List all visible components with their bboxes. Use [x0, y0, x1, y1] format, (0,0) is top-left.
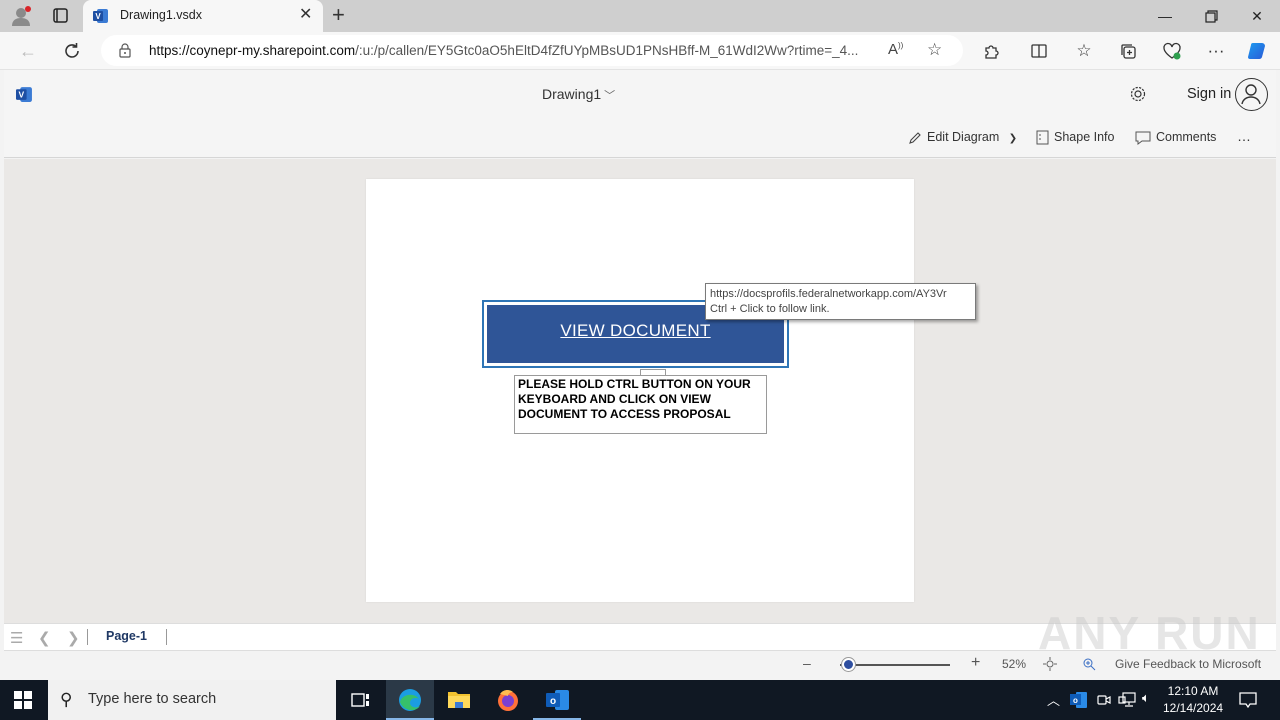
- outlook-tray-icon[interactable]: o: [1070, 691, 1088, 709]
- edge-taskbar-icon[interactable]: [386, 680, 434, 720]
- visio-logo-icon[interactable]: V: [16, 86, 33, 103]
- next-page-icon[interactable]: ❯: [67, 629, 80, 647]
- tab-title: Drawing1.vsdx: [120, 8, 202, 22]
- document-title: Drawing1: [542, 86, 602, 102]
- instruction-text-box: PLEASE HOLD CTRL BUTTON ON YOUR KEYBOARD…: [514, 375, 767, 434]
- search-placeholder: Type here to search: [88, 691, 217, 707]
- edit-diagram-button[interactable]: Edit Diagram ❯: [908, 130, 1017, 145]
- windows-start-icon[interactable]: [14, 691, 32, 709]
- clock-date: 12/14/2024: [1163, 701, 1224, 715]
- file-explorer-taskbar-icon[interactable]: [435, 680, 483, 720]
- tooltip-url: https://docsprofils.federalnetworkapp.co…: [710, 288, 947, 300]
- comments-button[interactable]: Comments: [1135, 130, 1216, 145]
- comment-icon: [1135, 131, 1151, 145]
- refresh-icon[interactable]: [61, 40, 83, 62]
- visio-app-header: V Drawing1 ﹀ Sign in Edit Diagram ❯ Shape…: [4, 70, 1276, 158]
- more-options-button[interactable]: …: [1237, 128, 1251, 144]
- zoom-slider-track[interactable]: [840, 664, 950, 666]
- svg-text:V: V: [95, 12, 101, 21]
- read-aloud-icon[interactable]: A)): [888, 41, 903, 58]
- url-path: /:u:/p/callen/EY5Gtc0aO5hEltD4fZfUYpMBsU…: [355, 43, 859, 58]
- taskbar-search-box[interactable]: ⚲ Type here to search: [48, 680, 336, 720]
- previous-page-icon[interactable]: ❮: [38, 629, 51, 647]
- settings-gear-icon[interactable]: [1128, 84, 1148, 104]
- sign-in-link[interactable]: Sign in: [1187, 86, 1231, 102]
- page-list-icon[interactable]: ☰: [10, 629, 23, 647]
- volume-icon[interactable]: 🔈︎: [1142, 690, 1150, 706]
- search-icon: ⚲: [60, 690, 73, 709]
- visio-tab-icon: V: [93, 8, 109, 24]
- zoom-level[interactable]: 52%: [1002, 657, 1026, 671]
- browser-tab-active[interactable]: V Drawing1.vsdx ✕: [83, 0, 323, 32]
- extensions-icon[interactable]: [980, 40, 1002, 62]
- shape-info-button[interactable]: Shape Info: [1036, 130, 1114, 145]
- comments-label: Comments: [1156, 130, 1217, 144]
- close-window-icon[interactable]: ✕: [1246, 6, 1268, 26]
- address-bar-row: ← https://coynepr-my.sharepoint.com/:u:/…: [0, 32, 1280, 70]
- url-input[interactable]: https://coynepr-my.sharepoint.com/:u:/p/…: [101, 35, 963, 66]
- document-title-dropdown[interactable]: Drawing1 ﹀: [542, 86, 615, 103]
- back-icon[interactable]: ←: [17, 40, 39, 62]
- url-text[interactable]: https://coynepr-my.sharepoint.com/:u:/p/…: [149, 43, 879, 58]
- outlook-taskbar-icon[interactable]: o: [533, 680, 581, 720]
- svg-text:o: o: [550, 696, 556, 707]
- minimize-icon[interactable]: —: [1154, 6, 1176, 26]
- split-screen-icon[interactable]: [1028, 40, 1050, 62]
- new-tab-button[interactable]: +: [332, 4, 345, 26]
- tab-actions-icon[interactable]: [48, 6, 72, 26]
- zoom-slider-thumb[interactable]: [842, 658, 855, 671]
- system-clock[interactable]: 12:10 AM 12/14/2024: [1163, 683, 1223, 717]
- view-document-label[interactable]: VIEW DOCUMENT: [560, 321, 710, 341]
- favorites-icon[interactable]: ☆: [1073, 40, 1095, 62]
- zoom-in-button[interactable]: +: [971, 654, 980, 672]
- divider: [166, 629, 167, 645]
- pencil-icon: [908, 131, 922, 145]
- browser-tab-strip: V Drawing1.vsdx ✕ + — ✕: [0, 0, 1280, 32]
- divider: [87, 629, 88, 645]
- firefox-taskbar-icon[interactable]: [484, 680, 532, 720]
- collections-icon[interactable]: [1117, 40, 1139, 62]
- copilot-icon[interactable]: [1246, 40, 1268, 62]
- show-hidden-icons-chevron[interactable]: ︿: [1047, 690, 1060, 709]
- svg-text:V: V: [18, 90, 24, 100]
- task-view-icon[interactable]: [336, 680, 384, 720]
- svg-text:o: o: [1073, 696, 1078, 705]
- tooltip-hint: Ctrl + Click to follow link.: [710, 303, 830, 315]
- anyrun-watermark: ANY RUN: [1038, 607, 1261, 659]
- drawing-page[interactable]: VIEW DOCUMENT PLEASE HOLD CTRL BUTTON ON…: [366, 179, 914, 602]
- edit-diagram-chevron-icon[interactable]: ❯: [1009, 133, 1017, 144]
- settings-more-icon[interactable]: ···: [1205, 40, 1227, 62]
- clock-time: 12:10 AM: [1167, 684, 1219, 698]
- lock-icon[interactable]: [118, 43, 132, 58]
- meet-now-icon[interactable]: [1096, 691, 1112, 709]
- windows-taskbar: ⚲ Type here to search o ︿ o 🔈︎ 12:10 AM …: [0, 680, 1280, 720]
- hyperlink-tooltip: https://docsprofils.federalnetworkapp.co…: [705, 283, 976, 320]
- profile-avatar-icon[interactable]: [10, 5, 34, 27]
- chevron-down-icon: ﹀: [604, 90, 616, 102]
- favorite-star-icon[interactable]: ☆: [927, 40, 942, 60]
- account-avatar-icon[interactable]: [1235, 78, 1268, 111]
- shape-info-icon: [1036, 130, 1049, 145]
- tab-close-icon[interactable]: ✕: [299, 7, 312, 23]
- network-icon[interactable]: [1118, 691, 1136, 709]
- browser-essentials-icon[interactable]: [1161, 40, 1183, 62]
- read-aloud-label: A: [888, 41, 899, 58]
- drawing-canvas[interactable]: VIEW DOCUMENT PLEASE HOLD CTRL BUTTON ON…: [4, 159, 1276, 623]
- url-domain: https://coynepr-my.sharepoint.com: [149, 43, 356, 58]
- notification-center-icon[interactable]: [1238, 690, 1258, 710]
- page-tab-page-1[interactable]: Page-1: [106, 629, 147, 643]
- edit-diagram-label: Edit Diagram: [927, 130, 1000, 144]
- shape-info-label: Shape Info: [1054, 130, 1115, 144]
- restore-icon[interactable]: [1200, 6, 1222, 26]
- zoom-out-button[interactable]: –: [803, 655, 811, 671]
